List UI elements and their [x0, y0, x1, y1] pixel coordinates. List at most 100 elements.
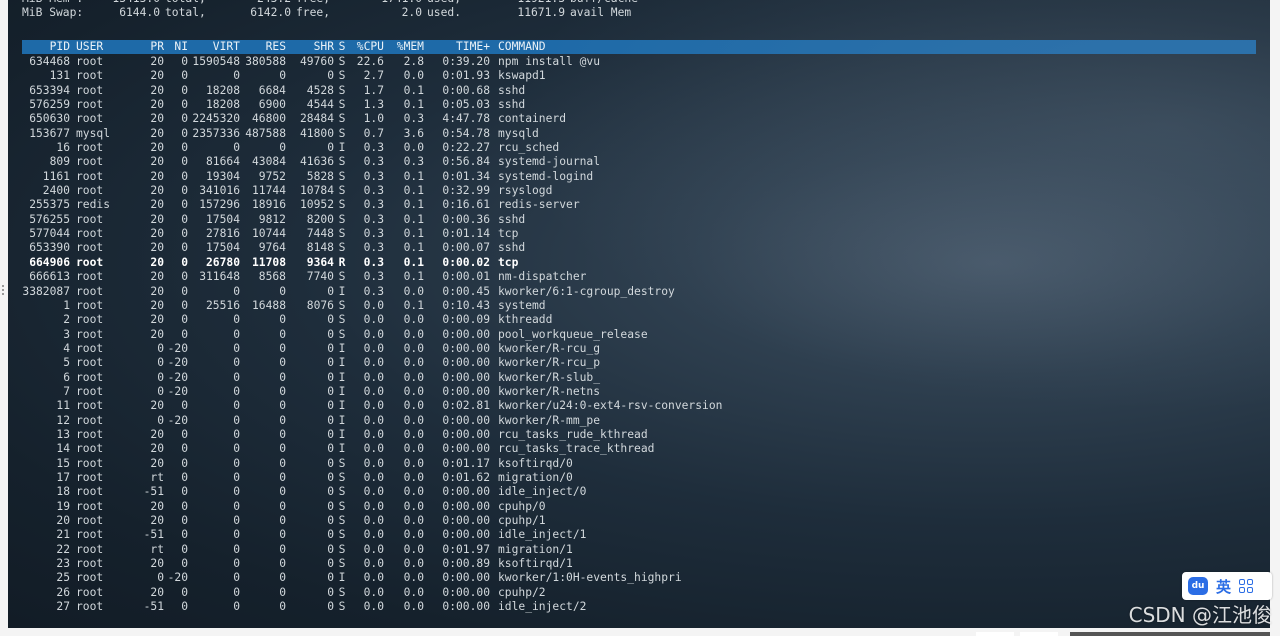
cell-virt: 26780 — [205, 255, 240, 269]
cell-s: I — [338, 141, 346, 155]
cell-command: sshd — [498, 98, 526, 112]
column-header-pid[interactable]: PID — [22, 40, 70, 54]
cell-cpu: 0.0 — [363, 514, 384, 527]
cell-shr: 0 — [327, 413, 334, 427]
cell-user: root — [76, 69, 104, 83]
cell-time: 0:39.20 — [442, 55, 490, 68]
cell-mem: 0.0 — [403, 485, 424, 499]
column-header-time[interactable]: TIME+ — [424, 40, 490, 54]
cell-res: 0 — [279, 370, 286, 384]
cell-mem: 0.1 — [403, 227, 424, 241]
cell-pid: 25 — [56, 571, 70, 585]
cell-s: S — [338, 126, 346, 140]
cell-pr: 20 — [150, 169, 164, 183]
cell-ni: 0 — [181, 456, 188, 470]
cell-pid: 153677 — [29, 126, 70, 140]
grid-icon[interactable] — [1239, 579, 1254, 593]
cell-pr: rt — [150, 470, 164, 484]
cell-s: S — [338, 69, 346, 83]
column-header-mem[interactable]: %MEM — [384, 40, 424, 54]
column-header-user[interactable]: USER — [70, 40, 134, 54]
cell-virt: 0 — [233, 399, 240, 413]
cell-mem: 0.1 — [403, 298, 424, 312]
watermark: CSDN @江池俊 — [1128, 603, 1272, 627]
cell-res: 0 — [279, 485, 286, 499]
cell-s: I — [338, 427, 346, 441]
cell-virt: 81664 — [205, 155, 240, 169]
cell-time: 0:22.27 — [442, 141, 490, 155]
cell-cpu: 0.3 — [363, 270, 384, 284]
cell-s: S — [338, 212, 346, 226]
cell-time: 0:00.00 — [442, 571, 490, 585]
cell-s: S — [338, 184, 346, 198]
ime-language-toggle[interactable]: 英 — [1216, 576, 1231, 597]
memory-summary-free: 6142.0 — [250, 6, 291, 20]
column-header-res[interactable]: RES — [240, 40, 286, 54]
memory-summary-extra-label: avail Mem — [570, 6, 632, 20]
cell-virt: 0 — [233, 356, 240, 370]
cell-mem: 0.0 — [403, 585, 424, 599]
cell-ni: -20 — [167, 341, 188, 355]
cell-pr: 20 — [150, 327, 164, 341]
terminal-window[interactable]: MiB Mem :13413.0total,243.2free,1741.0us… — [8, 0, 1270, 628]
cell-mem: 0.0 — [403, 341, 424, 355]
column-header-ni[interactable]: NI — [164, 40, 188, 54]
cell-pid: 23 — [56, 557, 70, 571]
cell-time: 0:00.36 — [442, 212, 490, 226]
cell-cpu: 1.3 — [363, 98, 384, 112]
cell-time: 0:00.00 — [442, 514, 490, 527]
column-header-cpu[interactable]: %CPU — [348, 40, 384, 54]
cell-s: I — [338, 413, 346, 427]
cell-command: kworker/R-rcu_p — [498, 356, 601, 370]
cell-mem: 0.0 — [403, 313, 424, 327]
cell-pr: 20 — [150, 69, 164, 83]
cell-virt: 0 — [233, 413, 240, 427]
cell-pr: 20 — [150, 198, 164, 212]
cell-cpu: 22.6 — [356, 55, 384, 68]
cell-s: I — [338, 442, 346, 456]
cell-mem: 0.0 — [403, 327, 424, 341]
ime-logo-icon[interactable]: du — [1188, 577, 1208, 595]
column-header-shr[interactable]: SHR — [286, 40, 334, 54]
cell-ni: 0 — [181, 298, 188, 312]
cell-virt: 17504 — [205, 241, 240, 255]
cell-s: S — [338, 313, 346, 327]
table-row: 11 root 20 0 0 0 0 I 0.0 0.0 0:02.81 kworker/u24:0-… — [22, 399, 722, 413]
column-header-virt[interactable]: VIRT — [188, 40, 240, 54]
cell-virt: 311648 — [199, 270, 240, 284]
cell-virt: 0 — [233, 600, 240, 614]
cell-virt: 0 — [233, 557, 240, 571]
cell-command: rcu_tasks_rude_kthread — [498, 427, 648, 441]
table-row: 666613 root 20 0 311648 8568 7740 S 0.3 0.1 0:00.0… — [22, 270, 722, 284]
cell-time: 0:00.00 — [442, 341, 490, 355]
cell-shr: 0 — [327, 442, 334, 456]
cell-ni: 0 — [181, 313, 188, 327]
table-row: 13 root 20 0 0 0 0 I 0.0 0.0 0:00.00 rcu_tasks_rude… — [22, 428, 722, 442]
column-header-command[interactable]: COMMAND — [490, 40, 546, 54]
cell-user: root — [76, 112, 104, 126]
cell-cpu: 0.0 — [363, 585, 384, 599]
cell-user: root — [76, 557, 104, 571]
cell-res: 0 — [279, 600, 286, 614]
cell-cpu: 0.3 — [363, 169, 384, 183]
resize-grip-icon[interactable] — [1, 283, 5, 299]
cell-mem: 0.0 — [403, 284, 424, 298]
table-row: 809 root 20 0 81664 43084 41636 S 0.3 0.3 0:56.84 s… — [22, 155, 722, 169]
table-row: 3 root 20 0 0 0 0 S 0.0 0.0 0:00.00 pool_workqueue_… — [22, 328, 722, 342]
cell-pr: 20 — [150, 184, 164, 198]
column-header-s[interactable]: S — [336, 40, 348, 54]
cell-mem: 0.1 — [403, 212, 424, 226]
cell-ni: 0 — [181, 528, 188, 542]
cell-cpu: 0.3 — [363, 212, 384, 226]
cell-user: root — [76, 141, 104, 155]
cell-cpu: 0.0 — [363, 413, 384, 427]
cell-mem: 0.0 — [403, 600, 424, 614]
ime-toolbar[interactable]: du 英 — [1182, 572, 1272, 600]
cell-pid: 5 — [63, 356, 70, 370]
column-header-pr[interactable]: PR — [134, 40, 164, 54]
cell-shr: 0 — [327, 141, 334, 155]
table-row: 20 root 20 0 0 0 0 S 0.0 0.0 0:00.00 cpuhp/1 — [22, 514, 722, 528]
cell-shr: 0 — [327, 341, 334, 355]
cell-user: root — [76, 313, 104, 327]
cell-mem: 0.0 — [403, 499, 424, 513]
